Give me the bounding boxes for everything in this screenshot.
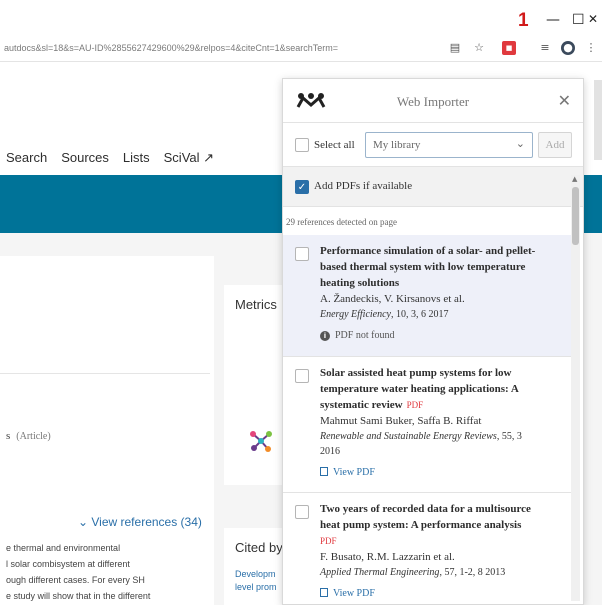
reference-body: Performance simulation of a solar- and p… <box>320 243 540 343</box>
url-text[interactable]: autdocs&sl=18&s=AU-ID%2855627429600%29&r… <box>4 43 424 53</box>
select-all-checkbox[interactable] <box>295 138 309 152</box>
main-nav: Search Sources Lists SciVal ↗ <box>6 150 214 166</box>
nav-scival[interactable]: SciVal ↗ <box>164 150 214 166</box>
add-button[interactable]: Add <box>538 132 572 158</box>
cited-by-link[interactable]: level prom <box>235 581 287 594</box>
document-type: s (Article) <box>6 430 51 442</box>
reference-item[interactable]: Two years of recorded data for a multiso… <box>283 493 573 604</box>
reference-source: Applied Thermal Engineering, 57, 1-2, 8 … <box>320 565 540 580</box>
library-select[interactable]: My library ⌄ <box>365 132 533 158</box>
reference-checkbox[interactable] <box>295 505 309 519</box>
abstract-line: ough different cases. For every SH <box>6 575 145 585</box>
annotation-badge: 1 <box>518 10 529 31</box>
reference-title-text: Performance simulation of a solar- and p… <box>320 245 536 289</box>
nav-lists[interactable]: Lists <box>123 150 150 166</box>
library-select-value: My library <box>373 139 421 151</box>
abstract-line: l solar combisystem at different <box>6 559 130 569</box>
address-bar[interactable]: autdocs&sl=18&s=AU-ID%2855627429600%29&r… <box>0 36 602 62</box>
importer-toolbar: Select all My library ⌄ Add <box>283 123 583 167</box>
view-pdf-text[interactable]: View PDF <box>333 467 375 478</box>
abstract-line: e study will show that in the different <box>6 591 151 601</box>
reference-journal: Applied Thermal Engineering <box>320 567 440 578</box>
translate-icon[interactable]: ▤ <box>448 41 462 55</box>
nav-search[interactable]: Search <box>6 150 47 166</box>
cited-by-label: Cited by <box>235 540 283 555</box>
reference-authors: F. Busato, R.M. Lazzarin et al. <box>320 551 455 563</box>
reading-list-icon[interactable]: ≡ <box>538 41 552 55</box>
detected-count: 29 references detected on page <box>286 217 397 227</box>
info-icon: i <box>320 331 330 341</box>
plumx-icon[interactable] <box>248 428 274 454</box>
pdf-extension-icon[interactable]: ■ <box>502 41 516 55</box>
view-pdf-link[interactable]: View PDF <box>320 586 540 601</box>
profile-icon[interactable]: ● <box>561 41 575 55</box>
reference-title: Solar assisted heat pump systems for low… <box>320 365 540 413</box>
reference-body: Two years of recorded data for a multiso… <box>320 501 540 601</box>
reference-item[interactable]: Solar assisted heat pump systems for low… <box>283 357 573 493</box>
reference-journal: Renewable and Sustainable Energy Reviews <box>320 431 497 442</box>
pdf-status-text: PDF not found <box>335 330 395 341</box>
pdf-status: i PDF not found <box>320 328 540 343</box>
reference-title: Two years of recorded data for a multiso… <box>320 501 540 549</box>
popup-header: Web Importer ✕ <box>283 79 583 123</box>
cited-by-link[interactable]: Developm <box>235 568 287 581</box>
view-pdf-link[interactable]: View PDF <box>320 465 540 480</box>
pdf-file-icon <box>320 467 328 476</box>
menu-icon[interactable]: ⋮ <box>584 41 598 55</box>
reference-volume: , 10, 3, 6 2017 <box>390 309 449 320</box>
close-window-icon[interactable]: ✕ <box>588 12 598 26</box>
scrollbar-thumb[interactable] <box>572 187 579 245</box>
view-references-link[interactable]: ⌄ View references (34) <box>78 515 202 529</box>
nav-sources[interactable]: Sources <box>61 150 109 166</box>
select-all-label[interactable]: Select all <box>314 139 355 151</box>
reference-item[interactable]: Performance simulation of a solar- and p… <box>283 235 573 357</box>
add-pdfs-label[interactable]: Add PDFs if available <box>314 180 412 192</box>
popup-scrollbar[interactable]: ▲ <box>571 175 580 601</box>
reference-source: Renewable and Sustainable Energy Reviews… <box>320 429 540 459</box>
minimize-icon[interactable]: — <box>546 12 560 28</box>
restore-icon[interactable]: ☐ <box>572 12 585 28</box>
chevron-down-icon: ⌄ <box>515 137 525 150</box>
page-scrollbar[interactable] <box>594 80 602 160</box>
web-importer-popup: Web Importer ✕ Select all My library ⌄ A… <box>282 78 584 605</box>
reference-checkbox[interactable] <box>295 247 309 261</box>
view-pdf-text[interactable]: View PDF <box>333 588 375 599</box>
reference-title-text: Two years of recorded data for a multiso… <box>320 503 531 531</box>
browser-titlebar: 1 — ☐ ✕ <box>0 0 602 36</box>
reference-authors: Mahmut Sami Buker, Saffa B. Riffat <box>320 415 482 427</box>
reference-volume: , 57, 1-2, 8 2013 <box>439 567 506 578</box>
reference-journal: Energy Efficiency <box>320 309 391 320</box>
reference-source: Energy Efficiency, 10, 3, 6 2017 <box>320 307 540 322</box>
reference-list: 29 references detected on page Performan… <box>283 207 583 604</box>
cited-by-list: Developm level prom <box>235 568 287 594</box>
close-icon[interactable]: ✕ <box>558 91 571 110</box>
popup-title: Web Importer <box>396 94 470 109</box>
doc-type-prefix: s <box>6 430 11 442</box>
pdf-file-icon <box>320 588 328 597</box>
scroll-up-icon[interactable]: ▲ <box>572 175 577 183</box>
reference-checkbox[interactable] <box>295 369 309 383</box>
star-icon[interactable]: ☆ <box>472 41 486 55</box>
reference-body: Solar assisted heat pump systems for low… <box>320 365 540 480</box>
card-divider <box>0 373 210 374</box>
abstract-text: e thermal and environmental l solar comb… <box>6 540 212 604</box>
abstract-line: e thermal and environmental <box>6 543 121 553</box>
doc-type-kind: (Article) <box>16 431 51 442</box>
add-pdfs-row: ✓ Add PDFs if available <box>283 167 583 207</box>
reference-title: Performance simulation of a solar- and p… <box>320 243 540 291</box>
pdf-tag: PDF <box>406 400 424 410</box>
reference-authors: A. Žandeckis, V. Kirsanovs et al. <box>320 293 465 305</box>
add-pdfs-checkbox[interactable]: ✓ <box>295 180 309 194</box>
pdf-tag: PDF <box>320 536 337 546</box>
metrics-label: Metrics <box>235 297 277 312</box>
